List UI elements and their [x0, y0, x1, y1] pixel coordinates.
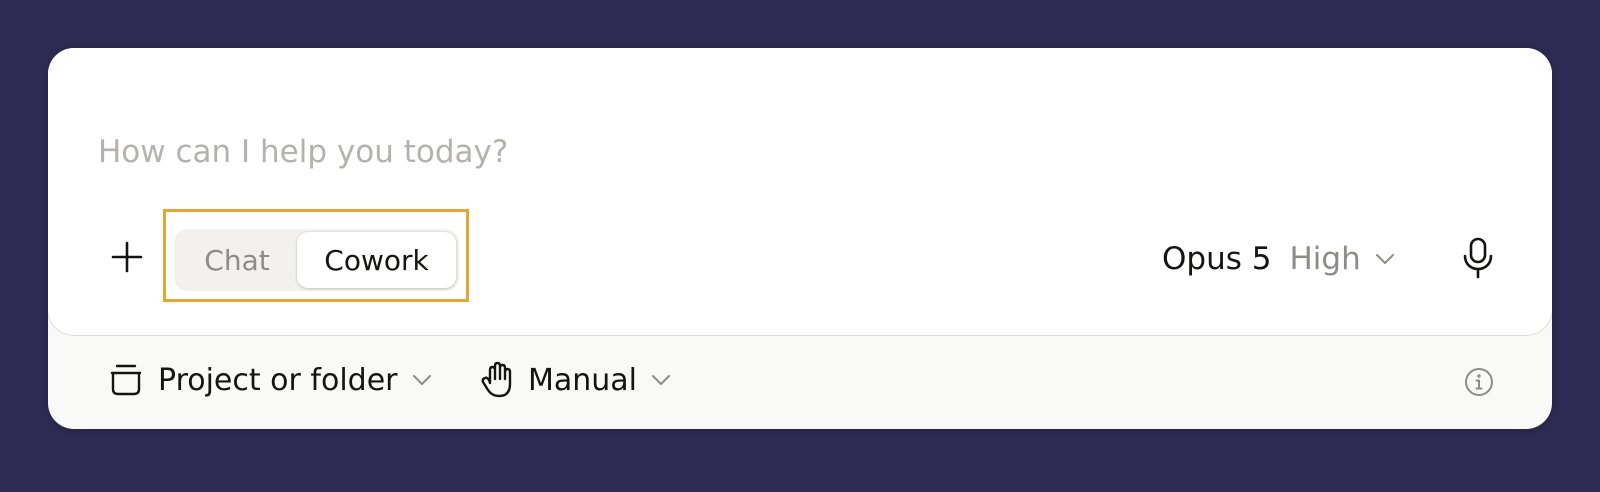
permission-label: Manual [528, 362, 638, 398]
microphone-icon [1462, 237, 1494, 279]
model-name: Opus 5 [1162, 241, 1272, 277]
info-icon [1464, 367, 1494, 397]
model-selector[interactable]: Opus 5 High [1162, 237, 1395, 281]
hand-icon [480, 361, 514, 399]
tab-cowork[interactable]: Cowork [297, 232, 456, 288]
mode-toggle: Chat Cowork [174, 229, 459, 291]
microphone-button[interactable] [1458, 236, 1498, 280]
info-button[interactable] [1464, 367, 1494, 397]
chevron-down-icon [1375, 253, 1395, 265]
permission-selector[interactable]: Manual [480, 358, 671, 402]
plus-icon [110, 240, 144, 274]
chevron-down-icon [651, 374, 671, 386]
prompt-input[interactable] [98, 128, 1398, 176]
tab-chat[interactable]: Chat [177, 232, 297, 288]
chevron-down-icon [412, 374, 432, 386]
project-selector[interactable]: Project or folder [108, 358, 432, 402]
project-label: Project or folder [158, 362, 398, 398]
model-effort: High [1289, 241, 1361, 277]
add-button[interactable] [108, 238, 146, 276]
folder-icon [108, 363, 144, 397]
